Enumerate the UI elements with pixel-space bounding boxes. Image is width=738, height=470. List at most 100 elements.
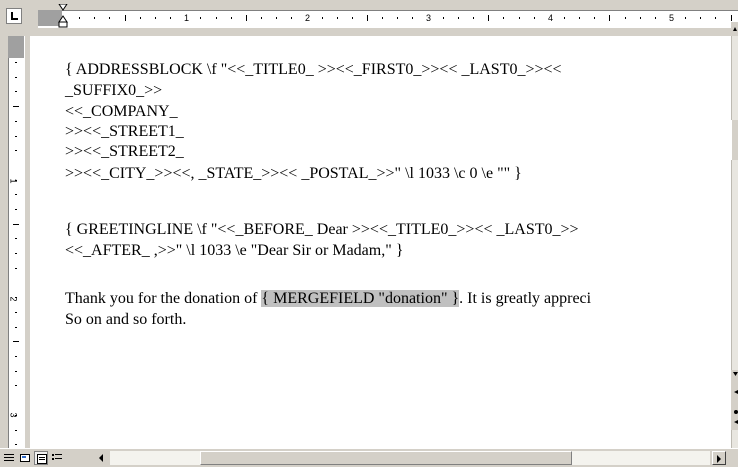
ruler-tick [231,17,232,19]
closing-line[interactable]: So on and so forth. [65,310,186,330]
web-layout-view-icon [20,454,30,462]
ruler-tick [322,17,323,19]
horizontal-ruler[interactable]: 1 2 3 4 5 [0,0,738,36]
horizontal-scroll-thumb[interactable] [200,451,572,465]
scroll-right-arrow-icon [717,455,721,463]
vertical-ruler-tick [15,253,17,254]
vertical-scroll-thumb[interactable] [731,120,738,160]
address-block-field-line[interactable]: >><<_STREET2_ [65,142,184,162]
ruler-tick [594,17,595,19]
vertical-ruler-scale [8,36,25,448]
scroll-left-arrow-icon [99,454,103,462]
vertical-ruler-tick [15,312,17,313]
vertical-ruler-tick [15,238,17,239]
ruler-tick [367,15,368,21]
vertical-ruler-tick [15,444,17,445]
print-layout-view-icon [37,454,47,464]
ruler-tick [655,17,656,19]
ruler-tick [700,17,701,19]
ruler-number: 4 [548,13,554,23]
ruler-tick [79,17,80,19]
ruler-tick [534,17,535,19]
vertical-ruler-tick [15,385,17,386]
document-page[interactable]: { ADDRESSBLOCK \f "<<_TITLE0_ >><<_FIRST… [31,36,731,448]
status-bottom-bar [0,448,738,467]
vertical-ruler-tick [15,327,17,328]
ruler-tick [640,17,641,19]
ruler-tick [352,17,353,19]
ruler-tick [625,17,626,19]
vertical-ruler[interactable]: 1 2 3 [0,36,30,448]
browse-object-icon[interactable] [731,370,738,430]
ruler-number: 3 [426,13,432,23]
address-block-field-line[interactable]: _SUFFIX0_>> [65,81,162,101]
vertical-ruler-tick [13,106,19,107]
scroll-up-arrow-icon[interactable] [731,22,738,36]
address-block-field-line[interactable]: <<_COMPANY_ [65,102,178,122]
tab-selector-button[interactable] [6,8,22,24]
address-block-field-line[interactable]: >><<_CITY_>><<, _STATE_>><< _POSTAL_>>" … [65,164,522,184]
body-paragraph[interactable]: Thank you for the donation of { MERGEFIE… [65,289,591,309]
vertical-ruler-tick [15,209,17,210]
ruler-tick [609,15,610,21]
ruler-number: 1 [184,13,190,23]
ruler-tick [94,17,95,19]
ruler-tick [715,17,716,19]
vertical-ruler-tick [15,121,17,122]
web-layout-view-button[interactable] [18,451,32,465]
body-text-suffix: . It is greatly appreci [459,290,592,307]
ruler-tick [155,17,156,19]
ruler-tick [246,15,247,21]
normal-view-icon [4,454,14,461]
ruler-tick [140,17,141,19]
vertical-ruler-number: 3 [8,412,19,418]
vertical-ruler-tick [13,224,19,225]
vertical-ruler-tick [15,194,17,195]
ruler-tick [458,17,459,19]
ruler-tick [397,17,398,19]
print-layout-view-button[interactable] [34,451,48,465]
vertical-ruler-tick [15,150,17,151]
address-block-field-line[interactable]: { ADDRESSBLOCK \f "<<_TITLE0_ >><<_FIRST… [65,60,562,80]
scroll-left-button[interactable] [94,451,108,465]
ruler-tick [291,17,292,19]
ruler-tick [216,17,217,19]
ruler-tick [261,17,262,19]
body-text-prefix: Thank you for the donation of [65,290,262,307]
vertical-ruler-tick [13,341,19,342]
ruler-tick [109,17,110,19]
ruler-tick [731,15,732,21]
vertical-ruler-tick [15,62,17,63]
greeting-line-field-line[interactable]: <<_AFTER_ ,>>" \l 1033 \e "Dear Sir or M… [65,241,403,261]
ruler-tick [503,17,504,19]
ruler-tick [443,17,444,19]
greeting-line-field-line[interactable]: { GREETINGLINE \f "<<_BEFORE_ Dear >><<_… [65,220,579,240]
ruler-scale [38,10,738,28]
ruler-tick [382,17,383,19]
ruler-number: 2 [305,13,311,23]
vertical-ruler-number: 1 [8,178,19,184]
indent-marker-icon[interactable] [58,4,68,28]
ruler-tick [564,17,565,19]
ruler-tick [337,17,338,19]
vertical-ruler-number: 2 [8,296,19,302]
vertical-ruler-tick [15,77,17,78]
ruler-tick [125,15,126,21]
ruler-tick [170,17,171,19]
address-block-field-line[interactable]: >><<_STREET1_ [65,122,184,142]
outline-view-button[interactable] [50,451,64,465]
normal-view-button[interactable] [2,451,16,465]
scroll-right-button[interactable] [712,451,726,465]
outline-view-icon [52,454,62,460]
ruler-tick [488,15,489,21]
vertical-ruler-tick [15,136,17,137]
ruler-tick [519,17,520,19]
ruler-tick [276,17,277,19]
ruler-tick [473,17,474,19]
vertical-ruler-tick [15,268,17,269]
vertical-ruler-tick [15,430,17,431]
vertical-ruler-tick [15,91,17,92]
mergefield-donation[interactable]: { MERGEFIELD "donation" } [261,290,460,307]
top-margin-area [8,36,24,58]
ruler-number: 5 [669,13,675,23]
